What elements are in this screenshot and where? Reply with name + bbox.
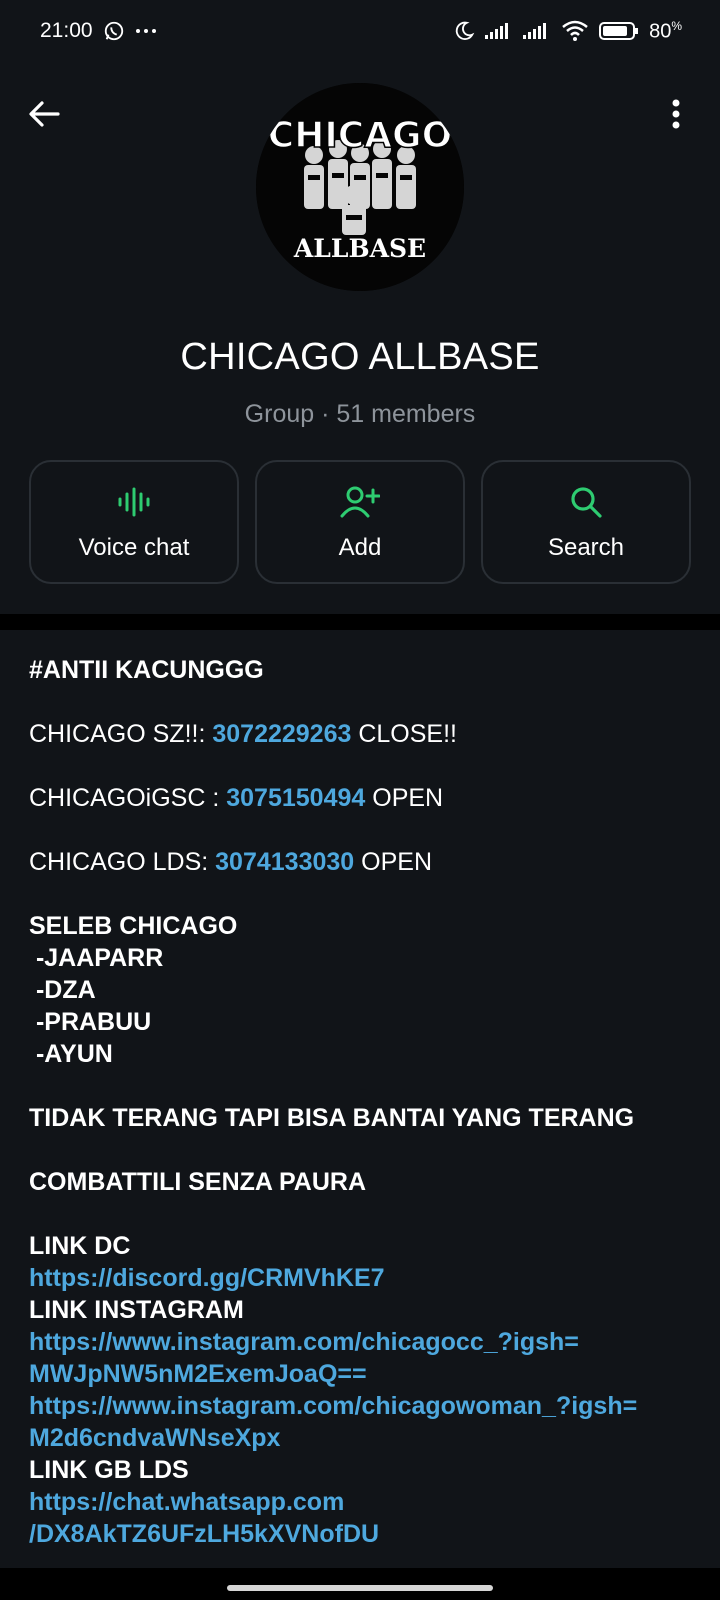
status-right: 80% — [453, 19, 682, 44]
add-label: Add — [338, 534, 382, 561]
back-button[interactable] — [22, 92, 66, 136]
search-icon — [570, 482, 602, 522]
instagram-link-2-cont[interactable]: M2d6cndvaWNseXpx — [29, 1422, 691, 1454]
home-indicator[interactable] — [227, 1585, 493, 1591]
phone-number-link[interactable]: 3075150494 — [226, 784, 365, 812]
section-divider — [0, 614, 720, 630]
navigation-bar — [0, 1568, 720, 1600]
discord-link[interactable]: https://discord.gg/CRMVhKE7 — [29, 1262, 691, 1294]
battery-icon — [599, 21, 639, 41]
group-subtitle: Group · 51 members — [244, 400, 476, 428]
voice-chat-button[interactable]: Voice chat — [29, 460, 239, 584]
phone-number-link[interactable]: 3072229263 — [212, 720, 351, 748]
status-left: 21:00 — [40, 19, 157, 43]
more-notifications-icon — [135, 27, 157, 35]
link-dc-label: LINK DC — [29, 1232, 131, 1260]
phone-number-link[interactable]: 3074133030 — [215, 848, 354, 876]
seleb-item: -JAAPARR — [29, 944, 164, 972]
link-gb-label: LINK GB LDS — [29, 1456, 189, 1484]
instagram-link-1-cont[interactable]: MWJpNW5nM2ExemJoaQ== — [29, 1358, 691, 1390]
seleb-title: SELEB CHICAGO — [29, 912, 238, 940]
tagline: TIDAK TERANG TAPI BISA BANTAI YANG TERAN… — [29, 1104, 635, 1132]
seleb-item: -DZA — [29, 976, 96, 1004]
add-user-icon — [340, 482, 380, 522]
arrow-left-icon — [29, 101, 60, 127]
svg-text:CHICAGO: CHICAGO — [268, 115, 452, 156]
description-line: CHICAGO LDS: 3074133030 OPEN — [29, 848, 432, 876]
search-button[interactable]: Search — [481, 460, 691, 584]
more-vertical-icon — [672, 99, 680, 129]
seleb-item: -AYUN — [29, 1040, 113, 1068]
group-avatar[interactable]: CHICAGO ALLBASE — [256, 83, 464, 291]
tagline: COMBATTILI SENZA PAURA — [29, 1168, 367, 1196]
whatsapp-link-cont[interactable]: /DX8AkTZ6UFzLH5kXVNofDU — [29, 1518, 691, 1550]
battery-percent: 80% — [649, 18, 682, 43]
signal-icon-2 — [523, 22, 551, 40]
description-line: CHICAGO SZ!!: 3072229263 CLOSE!! — [29, 720, 457, 748]
signal-icon-1 — [485, 22, 513, 40]
action-buttons: Voice chat Add Search — [29, 460, 691, 584]
group-header: CHICAGO ALLBASE CHICAGO ALLBASE Group · … — [0, 62, 720, 614]
hashtag-line: #ANTII KACUNGGG — [29, 656, 264, 684]
whatsapp-icon — [103, 20, 125, 42]
group-title: CHICAGO ALLBASE — [180, 336, 540, 378]
voice-waveform-icon — [117, 482, 151, 522]
instagram-link-1[interactable]: https://www.instagram.com/chicagocc_?igs… — [29, 1326, 691, 1358]
description-line: CHICAGOiGSC : 3075150494 OPEN — [29, 784, 444, 812]
wifi-icon — [561, 20, 589, 42]
moon-icon — [453, 20, 475, 42]
seleb-section: SELEB CHICAGO -JAAPARR -DZA -PRABUU -AYU… — [29, 910, 691, 1070]
links-section: LINK DC https://discord.gg/CRMVhKE7 LINK… — [29, 1230, 691, 1550]
more-options-button[interactable] — [654, 92, 698, 136]
group-description: #ANTII KACUNGGG CHICAGO SZ!!: 3072229263… — [0, 630, 720, 1568]
add-member-button[interactable]: Add — [255, 460, 465, 584]
instagram-link-2[interactable]: https://www.instagram.com/chicagowoman_?… — [29, 1390, 691, 1422]
whatsapp-link[interactable]: https://chat.whatsapp.com — [29, 1486, 691, 1518]
chicago-allbase-logo: CHICAGO ALLBASE — [256, 83, 464, 291]
voice-chat-label: Voice chat — [78, 534, 190, 561]
search-label: Search — [547, 534, 625, 561]
status-bar: 21:00 80% — [0, 0, 720, 62]
seleb-item: -PRABUU — [29, 1008, 152, 1036]
status-time: 21:00 — [40, 19, 93, 42]
link-instagram-label: LINK INSTAGRAM — [29, 1296, 244, 1324]
svg-text:ALLBASE: ALLBASE — [293, 234, 426, 263]
